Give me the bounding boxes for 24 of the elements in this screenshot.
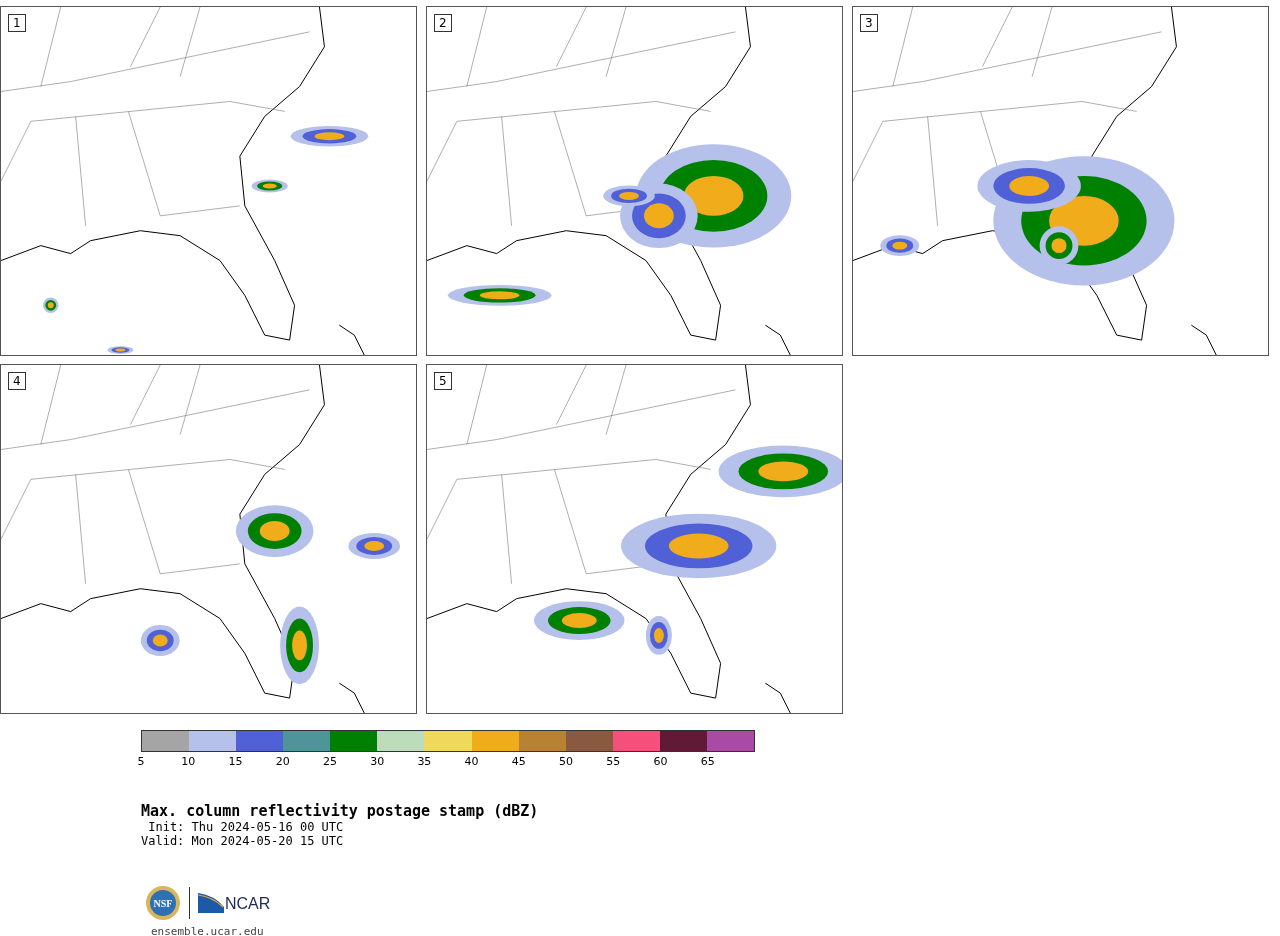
chart-title: Max. column reflectivity postage stamp (dBZ)	[141, 802, 540, 820]
tick-label: 30	[370, 755, 385, 768]
panel-number: 3	[860, 14, 878, 32]
panel-number: 2	[434, 14, 452, 32]
site-url: ensemble.ucar.edu	[151, 925, 265, 936]
tick-label: 55	[606, 755, 621, 768]
tick-label: 65	[700, 755, 715, 768]
tick-label: 15	[228, 755, 243, 768]
valid-time: Valid: Mon 2024-05-20 15 UTC	[141, 834, 345, 848]
tick-label: 45	[511, 755, 526, 768]
panel-number: 1	[8, 14, 26, 32]
panel-number: 4	[8, 372, 26, 390]
tick-label: 50	[559, 755, 574, 768]
ncar-logo: NCAR	[198, 893, 271, 913]
tick-label: 35	[417, 755, 432, 768]
tick-label: 60	[653, 755, 668, 768]
nsf-logo: NSF	[145, 885, 181, 921]
tick-label: 40	[464, 755, 479, 768]
tick-label: 10	[181, 755, 196, 768]
tick-label: 5	[137, 755, 145, 768]
tick-label: 20	[275, 755, 290, 768]
panel-number: 5	[434, 372, 452, 390]
init-time: Init: Thu 2024-05-16 00 UTC	[147, 820, 345, 834]
tick-label: 25	[322, 755, 337, 768]
